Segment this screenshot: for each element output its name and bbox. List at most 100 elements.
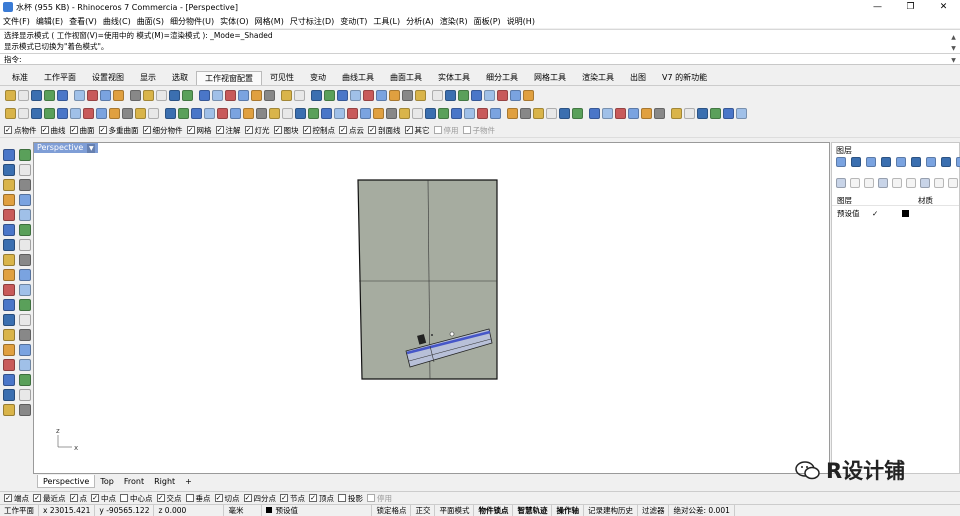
left-tool-icon[interactable]	[3, 254, 15, 266]
menu-item[interactable]: 变动(T)	[340, 16, 367, 27]
toolbar-tool-icon[interactable]	[471, 89, 482, 101]
menu-item[interactable]: 尺寸标注(D)	[290, 16, 334, 27]
toolbar-tool-icon[interactable]	[425, 107, 436, 119]
checkbox-box[interactable]	[98, 126, 107, 134]
menu-item[interactable]: 工具(L)	[373, 16, 400, 27]
left-tool-icon[interactable]	[19, 269, 31, 281]
toolbar-tool-icon[interactable]	[458, 89, 469, 101]
filter-checkbox[interactable]: 点物件	[4, 125, 37, 136]
layer-color-swatch[interactable]	[902, 209, 909, 217]
toolbar-tool-icon[interactable]	[182, 89, 193, 101]
menu-item[interactable]: 编辑(E)	[36, 16, 63, 27]
filter-checkbox[interactable]: 其它	[404, 125, 430, 136]
toolbar-tab[interactable]: 变动	[302, 71, 334, 85]
left-tool-icon[interactable]	[3, 389, 15, 401]
left-tool-icon[interactable]	[3, 224, 15, 236]
checkbox-box[interactable]	[69, 494, 78, 502]
panel-tab-icon[interactable]	[956, 157, 960, 167]
toolbar-tab[interactable]: 工作平面	[36, 71, 84, 85]
filter-checkbox[interactable]: 子物件	[462, 125, 495, 136]
scroll-down-icon[interactable]: ▼	[950, 43, 957, 52]
toolbar-tool-icon[interactable]	[5, 107, 16, 119]
toolbar-tool-icon[interactable]	[589, 107, 600, 119]
left-tool-icon[interactable]	[19, 149, 31, 161]
filter-checkbox[interactable]: 曲面	[69, 125, 95, 136]
menu-item[interactable]: 曲面(S)	[137, 16, 164, 27]
toolbar-tool-icon[interactable]	[671, 107, 682, 119]
layer-tool-icon[interactable]	[934, 178, 944, 188]
filter-checkbox[interactable]: 剖面线	[368, 125, 401, 136]
checkbox-box[interactable]	[215, 126, 224, 134]
toolbar-tool-icon[interactable]	[143, 89, 154, 101]
toolbar-tool-icon[interactable]	[148, 107, 159, 119]
left-tool-icon[interactable]	[3, 329, 15, 341]
checkbox-box[interactable]	[302, 126, 311, 134]
viewport-tab[interactable]: Top	[95, 475, 119, 488]
status-toggle[interactable]: 平面模式	[435, 504, 475, 516]
toolbar-tab[interactable]: 显示	[132, 71, 164, 85]
toolbar-tool-icon[interactable]	[178, 107, 189, 119]
status-cplane[interactable]: 工作平面	[0, 504, 39, 516]
panel-tab-icon[interactable]	[911, 157, 921, 167]
toolbar-tab[interactable]: 实体工具	[430, 71, 478, 85]
toolbar-tool-icon[interactable]	[432, 89, 443, 101]
left-tool-icon[interactable]	[3, 359, 15, 371]
toolbar-tab[interactable]: 出图	[622, 71, 654, 85]
left-tool-icon[interactable]	[19, 164, 31, 176]
checkbox-box[interactable]	[338, 494, 346, 502]
toolbar-tool-icon[interactable]	[451, 107, 462, 119]
checkbox-box[interactable]	[185, 494, 194, 502]
viewport-tab[interactable]: +	[180, 475, 197, 488]
checkbox-box[interactable]	[142, 126, 151, 134]
toolbar-tool-icon[interactable]	[415, 89, 426, 101]
toolbar-tool-icon[interactable]	[615, 107, 626, 119]
toolbar-tool-icon[interactable]	[324, 89, 335, 101]
menu-item[interactable]: 分析(A)	[406, 16, 434, 27]
osnap-checkbox[interactable]: 端点	[4, 493, 29, 504]
maximize-button[interactable]: ❐	[894, 2, 927, 12]
toolbar-tool-icon[interactable]	[497, 89, 508, 101]
toolbar-tool-icon[interactable]	[165, 107, 176, 119]
status-layer[interactable]: 预设值	[262, 504, 373, 516]
toolbar-tool-icon[interactable]	[510, 89, 521, 101]
toolbar-tool-icon[interactable]	[546, 107, 557, 119]
checkbox-box[interactable]	[156, 494, 165, 502]
layer-tool-icon[interactable]	[864, 178, 874, 188]
toolbar-tool-icon[interactable]	[31, 107, 42, 119]
status-toggle[interactable]: 操作轴	[552, 504, 584, 516]
left-tool-icon[interactable]	[3, 149, 15, 161]
toolbar-tool-icon[interactable]	[438, 107, 449, 119]
toolbar-tool-icon[interactable]	[256, 107, 267, 119]
left-tool-icon[interactable]	[19, 299, 31, 311]
checkbox-box[interactable]	[4, 494, 12, 502]
toolbar-tool-icon[interactable]	[641, 107, 652, 119]
checkbox-box[interactable]	[91, 494, 99, 502]
toolbar-tool-icon[interactable]	[363, 89, 374, 101]
toolbar-tool-icon[interactable]	[520, 107, 531, 119]
panel-tab-icon[interactable]	[836, 157, 846, 167]
checkbox-box[interactable]	[280, 494, 288, 502]
toolbar-tab[interactable]: 曲面工具	[382, 71, 430, 85]
panel-tab-icon[interactable]	[941, 157, 951, 167]
toolbar-tab[interactable]: 可见性	[262, 71, 302, 85]
left-tool-icon[interactable]	[3, 374, 15, 386]
toolbar-tool-icon[interactable]	[484, 89, 495, 101]
menu-item[interactable]: 渲染(R)	[440, 16, 468, 27]
status-toggle[interactable]: 智慧轨迹	[513, 504, 553, 516]
toolbar-tool-icon[interactable]	[264, 89, 275, 101]
toolbar-tool-icon[interactable]	[74, 89, 85, 101]
toolbar-tool-icon[interactable]	[533, 107, 544, 119]
toolbar-tool-icon[interactable]	[386, 107, 397, 119]
toolbar-tool-icon[interactable]	[212, 89, 223, 101]
osnap-checkbox[interactable]: 垂点	[185, 493, 211, 504]
toolbar-tool-icon[interactable]	[31, 89, 42, 101]
toolbar-tool-icon[interactable]	[295, 107, 306, 119]
filter-checkbox[interactable]: 停用	[433, 125, 459, 136]
perspective-viewport[interactable]: Perspective ▼ z x	[33, 142, 830, 474]
menu-item[interactable]: 曲线(C)	[103, 16, 131, 27]
toolbar-tool-icon[interactable]	[321, 107, 332, 119]
toolbar-tool-icon[interactable]	[44, 107, 55, 119]
toolbar-tool-icon[interactable]	[308, 107, 319, 119]
osnap-checkbox[interactable]: 中心点	[120, 493, 153, 504]
status-toggle[interactable]: 物件锁点	[474, 504, 514, 516]
